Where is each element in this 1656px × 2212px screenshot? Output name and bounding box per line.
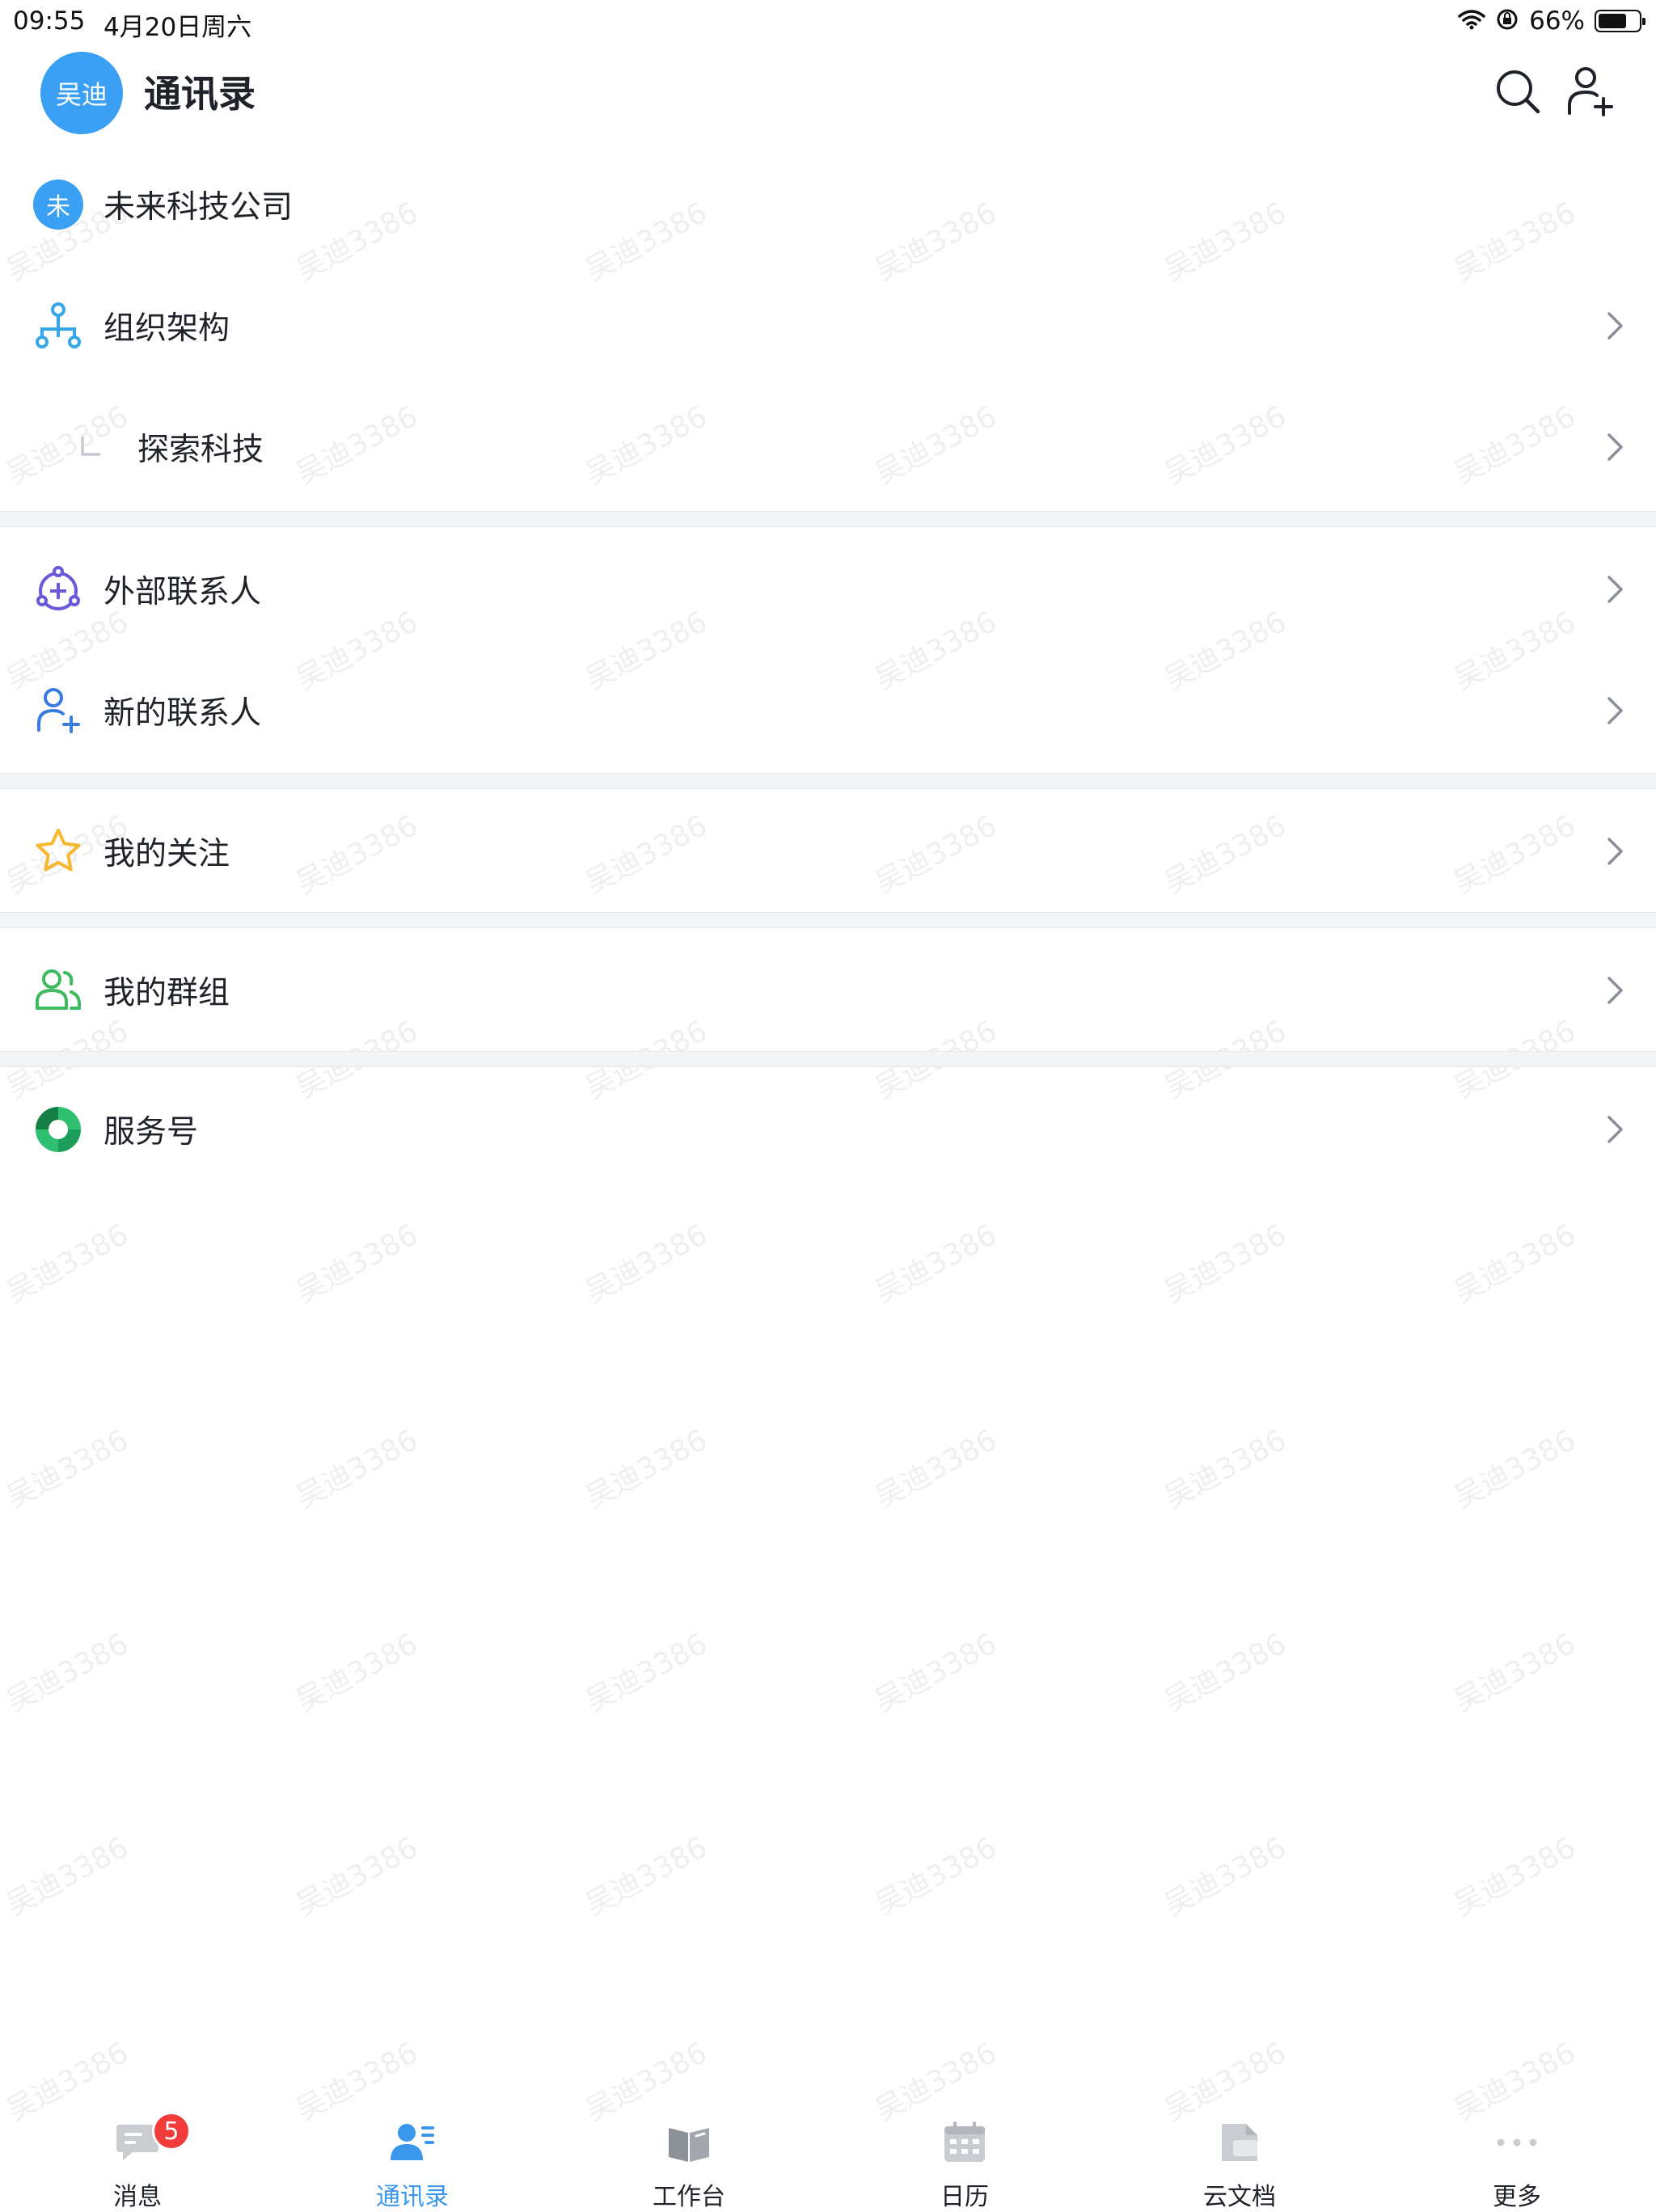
avatar[interactable]: 吴迪 <box>40 52 123 134</box>
tab-label: 云文档 <box>1203 2183 1276 2211</box>
calendar-icon <box>939 2118 991 2167</box>
status-time: 09:55 <box>13 6 86 36</box>
status-right: 66% <box>1458 6 1645 36</box>
tab-bar: 5 消息 通讯录 工作台 日历 云文档 更多 <box>0 2094 1656 2211</box>
orientation-lock-icon <box>1495 7 1519 35</box>
section-divider <box>0 912 1656 928</box>
watermark: 吴迪3386 <box>1159 1830 1292 1923</box>
company-badge: 未 <box>33 179 83 230</box>
cloud-doc-icon <box>1214 2118 1265 2167</box>
watermark: 吴迪3386 <box>869 1423 1003 1515</box>
watermark: 吴迪3386 <box>869 1830 1003 1923</box>
watermark: 吴迪3386 <box>290 1218 424 1310</box>
company-row[interactable]: 未 未来科技公司 <box>0 144 1656 265</box>
list-item-new-contacts[interactable]: 新的联系人 <box>0 650 1656 771</box>
battery-icon <box>1595 10 1645 32</box>
status-bar: 09:55 4月20日周六 66% <box>0 0 1656 42</box>
watermark: 吴迪3386 <box>1 1218 134 1310</box>
add-person-icon <box>1568 67 1613 116</box>
watermark: 吴迪3386 <box>1448 1218 1582 1310</box>
chevron-right-icon <box>1599 1113 1632 1146</box>
company-badge-wrap: 未 <box>31 177 86 232</box>
watermark: 吴迪3386 <box>580 1423 713 1515</box>
watermark: 吴迪3386 <box>290 1627 424 1719</box>
watermark: 吴迪3386 <box>580 1830 713 1923</box>
watermark: 吴迪3386 <box>1 1830 134 1923</box>
list-item-label: 服务号 <box>104 1114 199 1150</box>
section-divider <box>0 773 1656 789</box>
contacts-icon <box>387 2118 438 2167</box>
list-item-label: 组织架构 <box>104 310 230 347</box>
watermark: 吴迪3386 <box>1448 1423 1582 1515</box>
list-item-label: 外部联系人 <box>104 574 262 610</box>
watermark: 吴迪3386 <box>1159 1627 1292 1719</box>
unread-badge: 5 <box>152 2112 191 2151</box>
tab-label: 工作台 <box>653 2183 725 2211</box>
wifi-icon <box>1458 8 1485 34</box>
list-item-service-accounts[interactable]: 服务号 <box>0 1069 1656 1190</box>
chevron-right-icon <box>1599 974 1632 1007</box>
tree-branch-icon <box>79 435 104 459</box>
header: 吴迪 通讯录 <box>0 40 1656 146</box>
chevron-right-icon <box>1599 694 1632 727</box>
group-icon <box>31 963 86 1018</box>
list-item-sub-org[interactable]: 探索科技 <box>0 386 1656 508</box>
workspace-icon <box>663 2118 715 2167</box>
watermark: 吴迪3386 <box>1448 1830 1582 1923</box>
service-account-icon <box>31 1102 86 1157</box>
external-contacts-icon <box>31 562 86 617</box>
watermark: 吴迪3386 <box>869 1627 1003 1719</box>
company-name: 未来科技公司 <box>104 189 294 226</box>
list-item-following[interactable]: 我的关注 <box>0 791 1656 912</box>
battery-percent: 66% <box>1529 6 1585 36</box>
list-item-label: 我的群组 <box>104 975 230 1011</box>
tab-contacts[interactable]: 通讯录 <box>332 2094 493 2211</box>
section-divider <box>0 511 1656 527</box>
status-date: 4月20日周六 <box>104 13 252 42</box>
watermark: 吴迪3386 <box>290 1830 424 1923</box>
tab-messages[interactable]: 5 消息 <box>57 2094 218 2211</box>
watermark: 吴迪3386 <box>580 1627 713 1719</box>
list-item-label: 我的关注 <box>104 836 230 872</box>
watermark: 吴迪3386 <box>1 1627 134 1719</box>
chevron-right-icon <box>1599 310 1632 342</box>
star-icon <box>31 824 86 879</box>
watermark: 吴迪3386 <box>290 1423 424 1515</box>
tab-label: 更多 <box>1493 2183 1541 2211</box>
tab-label: 消息 <box>113 2183 162 2211</box>
chevron-right-icon <box>1599 431 1632 463</box>
watermark: 吴迪3386 <box>580 1218 713 1310</box>
watermark: 吴迪3386 <box>1159 1423 1292 1515</box>
search-icon <box>1497 70 1540 114</box>
chevron-right-icon <box>1599 835 1632 867</box>
page-title: 通讯录 <box>144 72 256 116</box>
add-contact-button[interactable] <box>1562 63 1619 120</box>
list-item-groups[interactable]: 我的群组 <box>0 930 1656 1051</box>
more-icon <box>1491 2118 1543 2167</box>
add-person-icon <box>31 683 86 738</box>
tab-label: 通讯录 <box>376 2183 449 2211</box>
watermark: 吴迪3386 <box>1 1423 134 1515</box>
tab-workspace[interactable]: 工作台 <box>608 2094 770 2211</box>
tab-calendar[interactable]: 日历 <box>884 2094 1046 2211</box>
tab-more[interactable]: 更多 <box>1436 2094 1598 2211</box>
list-item-org-structure[interactable]: 组织架构 <box>0 265 1656 386</box>
watermark: 吴迪3386 <box>869 1218 1003 1310</box>
section-divider <box>0 1051 1656 1067</box>
list-item-external-contacts[interactable]: 外部联系人 <box>0 529 1656 650</box>
list-item-label: 探索科技 <box>137 432 264 468</box>
tab-label: 日历 <box>940 2183 989 2211</box>
watermark: 吴迪3386 <box>1448 1627 1582 1719</box>
org-chart-icon <box>31 298 86 353</box>
watermark: 吴迪3386 <box>1159 1218 1292 1310</box>
chevron-right-icon <box>1599 573 1632 606</box>
list-item-label: 新的联系人 <box>104 695 262 732</box>
search-button[interactable] <box>1489 63 1546 120</box>
tab-cloud-docs[interactable]: 云文档 <box>1159 2094 1320 2211</box>
